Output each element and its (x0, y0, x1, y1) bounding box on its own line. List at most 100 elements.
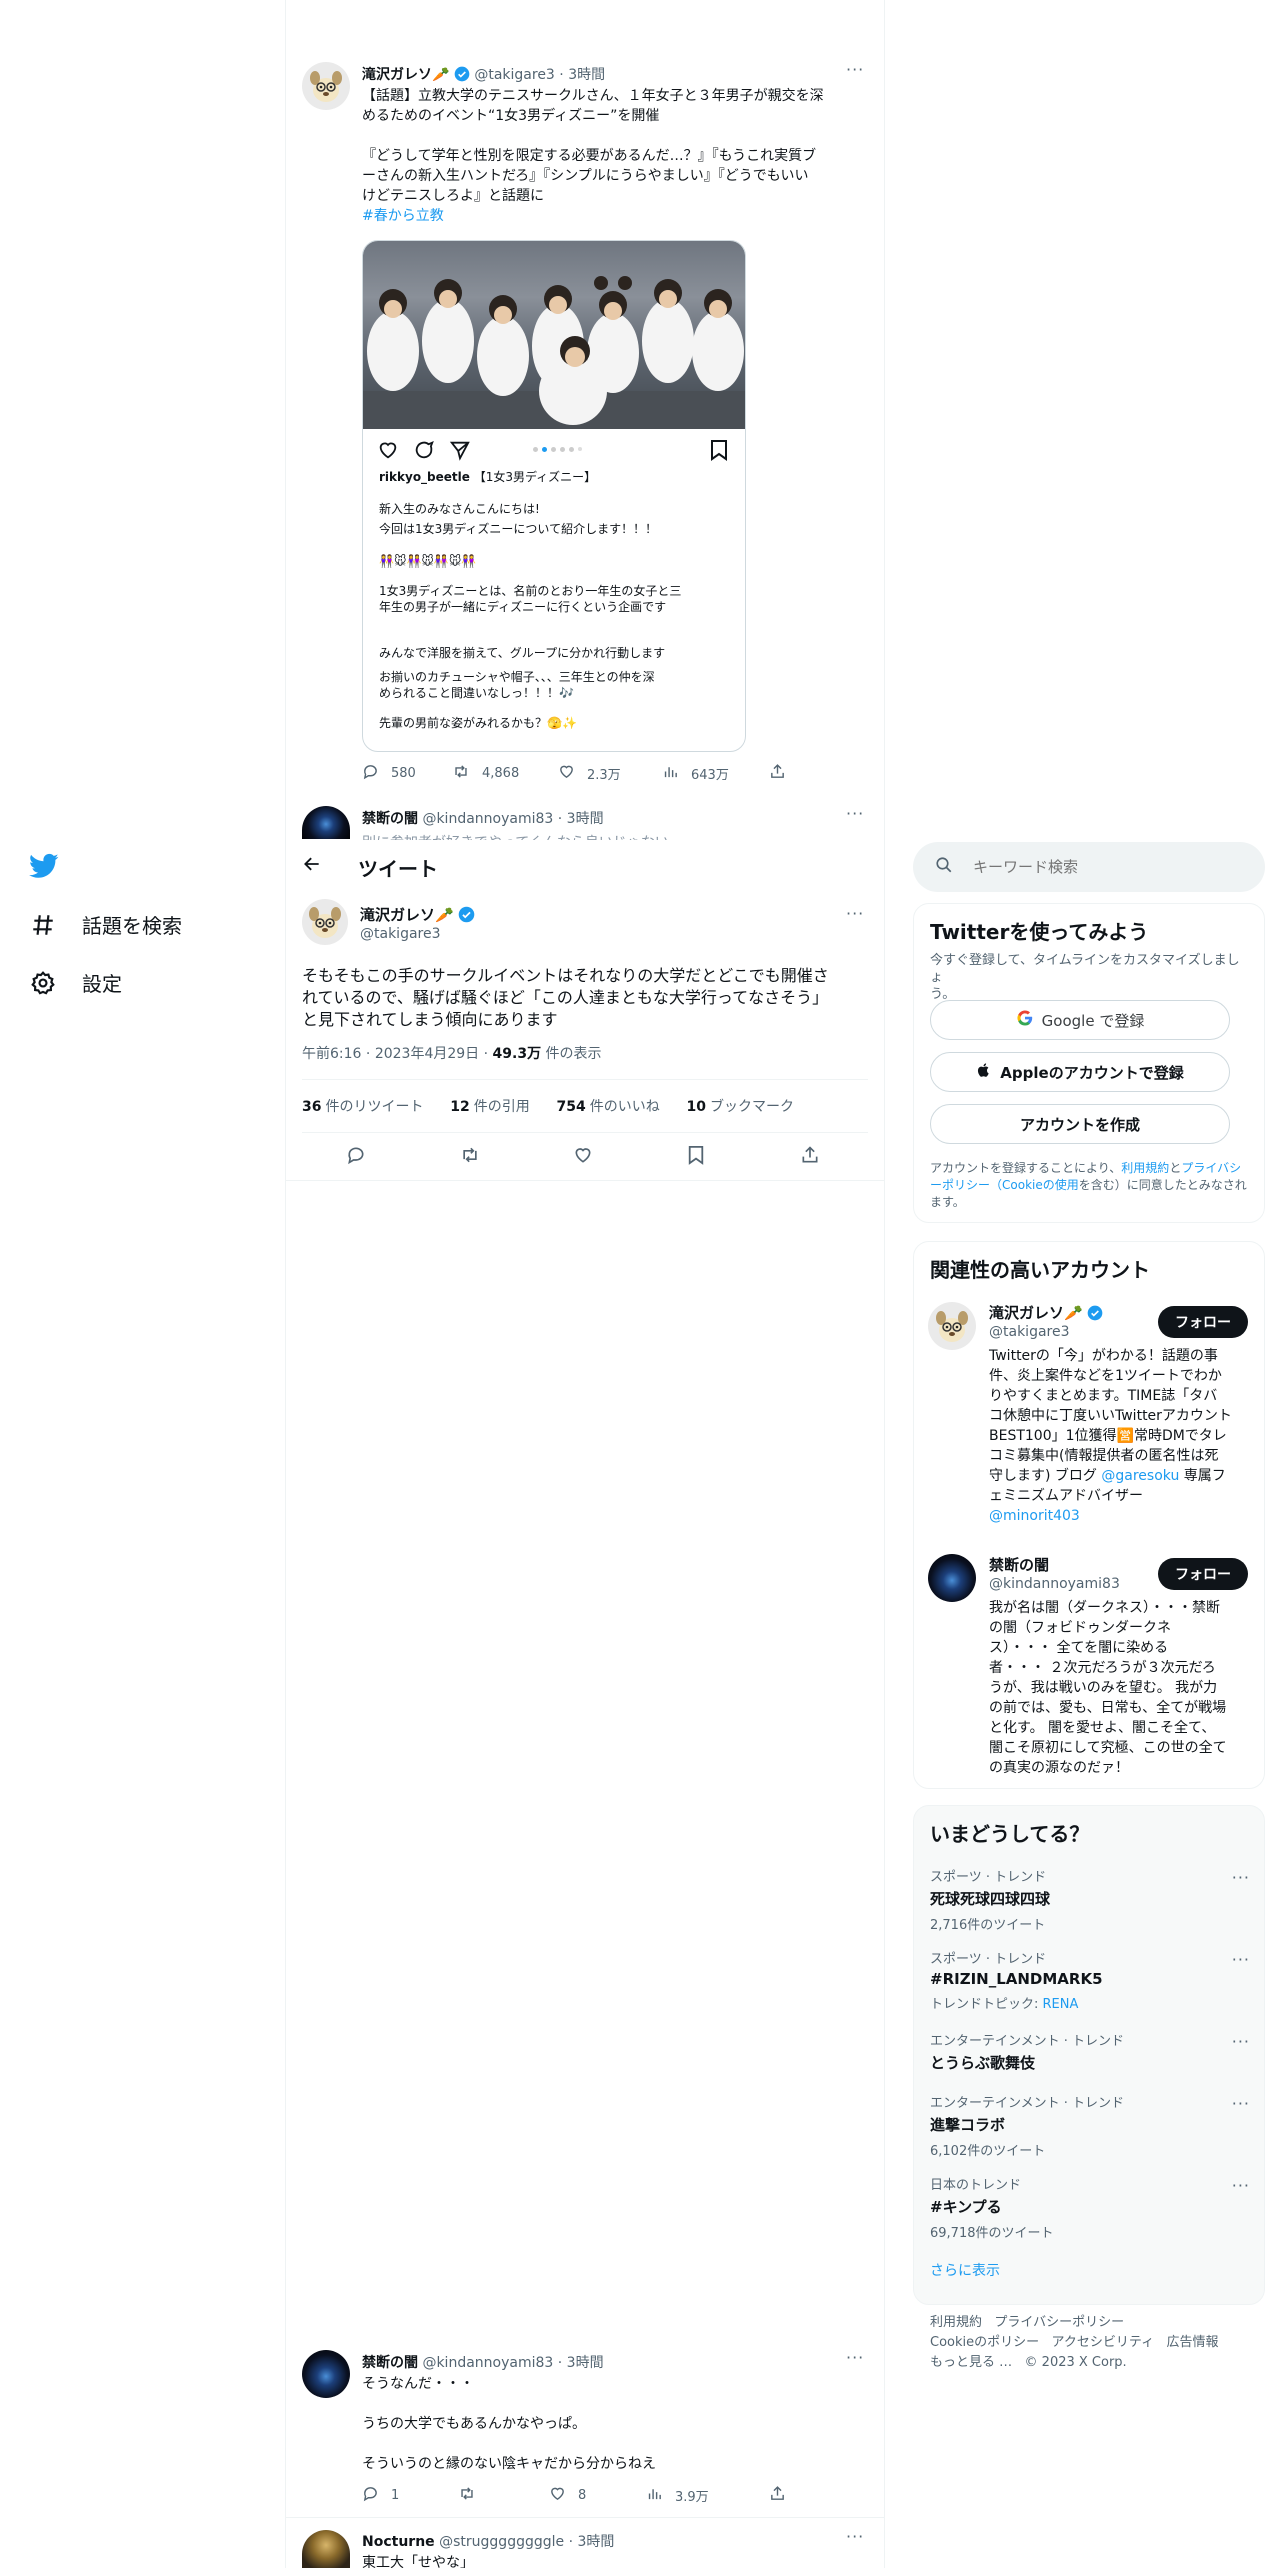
more-icon[interactable]: ··· (846, 2527, 864, 2546)
google-signup-button[interactable]: Google で登録 (930, 1000, 1230, 1040)
avatar[interactable] (302, 899, 348, 945)
back-arrow-icon[interactable] (302, 854, 322, 878)
retweet-button[interactable] (458, 2485, 488, 2506)
tweet-time[interactable]: 3時間 (567, 811, 604, 827)
account-handle[interactable]: @kindannoyami83 (989, 1576, 1120, 1592)
account-name[interactable]: 滝沢ガレソ (989, 1304, 1064, 1322)
reply-button[interactable]: 580 (362, 763, 416, 784)
author-name[interactable]: Nocturne (362, 2534, 435, 2550)
footer-accessibility-link[interactable]: アクセシビリティ (1052, 2335, 1155, 2350)
reply-button[interactable] (346, 1145, 366, 1169)
account-bio: 我が名は闇（ダークネス）・・・禁断 の闇（フォビドゥンダークネ ス）・・・ 全て… (989, 1600, 1227, 1776)
retweet-button[interactable] (459, 1145, 481, 1169)
signup-card: Twitterを使ってみよう 今すぐ登録して、タイムラインをカスタマイズしましょ… (913, 903, 1265, 1223)
group-photo (363, 241, 745, 429)
more-icon[interactable]: ··· (846, 60, 864, 79)
bookmarks-stat[interactable]: 10 ブックマーク (687, 1096, 794, 1116)
search-input[interactable] (973, 858, 1243, 876)
more-icon[interactable]: ··· (846, 2348, 864, 2367)
footer-links: 利用規約 プライバシーポリシー Cookieのポリシー アクセシビリティ 広告情… (930, 2313, 1260, 2373)
reply-icon (362, 2485, 379, 2506)
author-handle[interactable]: @kindannoyami83 (422, 2355, 553, 2371)
more-icon[interactable]: ··· (1232, 1950, 1250, 1969)
tweet-media[interactable]: rikkyo_beetle 【1女3男ディズニー】 新入生のみなさんこんにちは!… (362, 240, 746, 752)
like-button[interactable]: 2.3万 (558, 763, 621, 784)
avatar[interactable] (928, 1302, 976, 1350)
retweets-stat[interactable]: 36 件のリツイート (302, 1096, 423, 1116)
follow-button[interactable]: フォロー (1158, 1558, 1248, 1590)
share-button[interactable] (769, 763, 786, 784)
reply-button[interactable]: 1 (362, 2485, 399, 2506)
column-divider-left (285, 0, 286, 2568)
trend-item[interactable]: スポーツ · トレンド 死球死球四球四球 2,716件のツイート ··· (930, 1866, 1250, 1933)
show-more-link[interactable]: さらに表示 (930, 2260, 1000, 2280)
more-icon[interactable]: ··· (846, 904, 864, 923)
trend-item[interactable]: エンターテインメント · トレンド 進撃コラボ 6,102件のツイート ··· (930, 2092, 1250, 2159)
trend-topic-link[interactable]: RENA (1043, 1997, 1079, 2012)
footer-privacy-link[interactable]: プライバシーポリシー (994, 2315, 1124, 2330)
tweet-time[interactable]: 3時間 (578, 2534, 615, 2550)
footer-cookie-link[interactable]: Cookieのポリシー (930, 2335, 1039, 2350)
reply-icon (362, 763, 379, 784)
footer-more-link[interactable]: もっと見る … (930, 2355, 1012, 2370)
search-icon (935, 856, 953, 878)
avatar[interactable] (302, 62, 350, 110)
related-accounts-card: 関連性の高いアカウント 滝沢ガレソ🥕 @takigare3 フォロー Twitt… (913, 1241, 1265, 1789)
share-button[interactable] (800, 1145, 820, 1169)
twitter-logo-icon[interactable] (28, 851, 60, 885)
hashtag-link[interactable]: #春から立教 (362, 206, 862, 226)
carousel-dots (533, 447, 582, 452)
views-button[interactable]: 643万 (662, 763, 729, 784)
author-handle[interactable]: @takigare3 (360, 926, 441, 942)
more-icon[interactable]: ··· (1232, 1868, 1250, 1887)
trend-item[interactable]: スポーツ · トレンド #RIZIN_LANDMARK5 トレンドトピック: R… (930, 1948, 1250, 2012)
views-button[interactable]: 3.9万 (646, 2485, 709, 2506)
avatar[interactable] (928, 1554, 976, 1602)
more-icon[interactable]: ··· (846, 804, 864, 823)
avatar[interactable] (302, 806, 350, 839)
tweet-time[interactable]: 3時間 (567, 2355, 604, 2371)
author-name[interactable]: 滝沢ガレソ (362, 67, 432, 83)
terms-link[interactable]: 利用規約 (1121, 1161, 1169, 1175)
follow-button[interactable]: フォロー (1158, 1306, 1248, 1338)
tweet-date[interactable]: 2023年4月29日 (375, 1046, 479, 1062)
likes-stat[interactable]: 754 件のいいね (557, 1096, 660, 1116)
author-name[interactable]: 禁断の闇 (362, 811, 418, 827)
account-name[interactable]: 禁断の闇 (989, 1554, 1049, 1575)
apple-signup-button[interactable]: Appleのアカウントで登録 (930, 1052, 1230, 1092)
trend-item[interactable]: 日本のトレンド #キンプる 69,718件のツイート ··· (930, 2174, 1250, 2241)
send-icon (449, 439, 471, 465)
share-button[interactable] (769, 2485, 786, 2506)
more-icon[interactable]: ··· (1232, 2094, 1250, 2113)
author-handle[interactable]: @takigare3 (474, 67, 555, 83)
footer-ads-link[interactable]: 広告情報 (1167, 2335, 1219, 2350)
bookmark-button[interactable] (687, 1145, 705, 1169)
tweet-timestamp[interactable]: 午前6:16 (302, 1046, 361, 1062)
search-bar[interactable] (913, 842, 1265, 892)
create-account-button[interactable]: アカウントを作成 (930, 1104, 1230, 1144)
author-name[interactable]: 禁断の闇 (362, 2355, 418, 2371)
retweet-button[interactable]: 4,868 (452, 763, 519, 784)
verified-badge-icon (1087, 1305, 1103, 1321)
more-icon[interactable]: ··· (1232, 2032, 1250, 2051)
nav-settings[interactable]: 設定 (30, 968, 122, 997)
more-icon[interactable]: ··· (1232, 2176, 1250, 2195)
account-handle[interactable]: @takigare3 (989, 1324, 1070, 1340)
author-handle[interactable]: @struggggggggle (439, 2534, 564, 2550)
verified-badge-icon (454, 66, 470, 82)
hashtag-icon (30, 912, 56, 938)
footer-terms-link[interactable]: 利用規約 (930, 2315, 982, 2330)
like-button[interactable]: 8 (549, 2485, 586, 2506)
author-name[interactable]: 滝沢ガレソ (360, 906, 435, 924)
avatar[interactable] (302, 2350, 350, 2398)
like-button[interactable] (573, 1145, 593, 1169)
avatar[interactable] (302, 2530, 350, 2568)
author-handle[interactable]: @kindannoyami83 (422, 811, 553, 827)
trend-item[interactable]: エンターテインメント · トレンド とうらぶ歌舞伎 ··· (930, 2030, 1250, 2073)
share-icon (800, 1146, 820, 1169)
bio-link[interactable]: @garesoku (1101, 1468, 1179, 1484)
quotes-stat[interactable]: 12 件の引用 (450, 1096, 529, 1116)
bio-link[interactable]: @minorit403 (989, 1506, 1251, 1526)
nav-explore[interactable]: 話題を検索 (30, 910, 182, 939)
tweet-time[interactable]: 3時間 (568, 67, 605, 83)
